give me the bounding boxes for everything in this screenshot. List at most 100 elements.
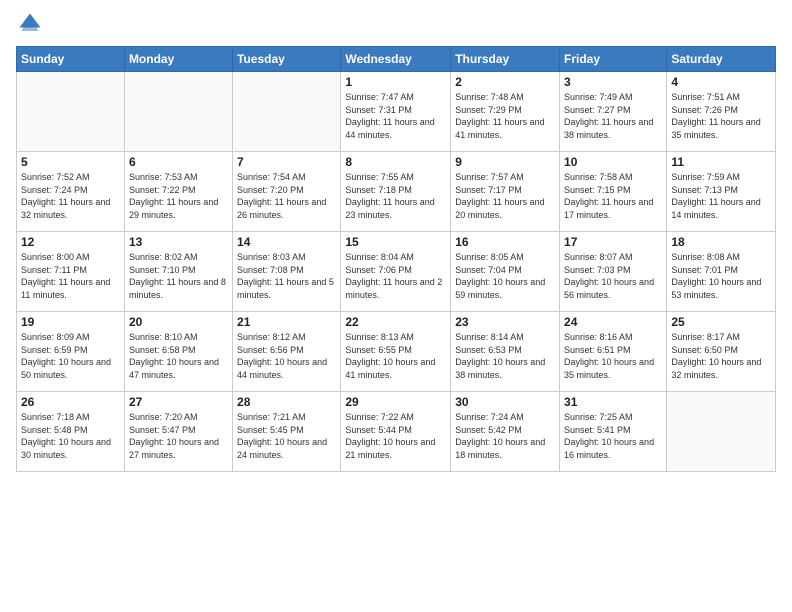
day-number: 7 bbox=[237, 155, 336, 169]
day-number: 25 bbox=[671, 315, 771, 329]
day-info: Sunrise: 8:17 AM Sunset: 6:50 PM Dayligh… bbox=[671, 331, 771, 381]
calendar-cell: 13 Sunrise: 8:02 AM Sunset: 7:10 PM Dayli… bbox=[124, 232, 232, 312]
day-info: Sunrise: 7:18 AM Sunset: 5:48 PM Dayligh… bbox=[21, 411, 120, 461]
day-number: 2 bbox=[455, 75, 555, 89]
day-number: 30 bbox=[455, 395, 555, 409]
day-number: 1 bbox=[345, 75, 446, 89]
calendar-cell: 21Sunrise: 8:12 AM Sunset: 6:56 PM Dayli… bbox=[233, 312, 341, 392]
day-info: Sunrise: 8:10 AM Sunset: 6:58 PM Dayligh… bbox=[129, 331, 228, 381]
calendar-cell: 20 Sunrise: 8:10 AM Sunset: 6:58 PM Dayli… bbox=[124, 312, 232, 392]
day-number: 18 bbox=[671, 235, 771, 249]
day-info: Sunrise: 7:59 AM Sunset: 7:13 PM Dayligh… bbox=[671, 171, 771, 221]
calendar-week-row: 5 Sunrise: 7:52 AM Sunset: 7:24 PM Daylig… bbox=[17, 152, 776, 232]
calendar-cell: 31Sunrise: 7:25 AM Sunset: 5:41 PM Dayli… bbox=[560, 392, 667, 472]
day-info: Sunrise: 8:02 AM Sunset: 7:10 PM Dayligh… bbox=[129, 251, 228, 301]
day-number: 3 bbox=[564, 75, 662, 89]
day-info: Sunrise: 8:08 AM Sunset: 7:01 PM Dayligh… bbox=[671, 251, 771, 301]
calendar-week-row: 1Sunrise: 7:47 AM Sunset: 7:31 PM Daylig… bbox=[17, 72, 776, 152]
day-info: Sunrise: 8:07 AM Sunset: 7:03 PM Dayligh… bbox=[564, 251, 662, 301]
day-info: Sunrise: 7:55 AM Sunset: 7:18 PM Dayligh… bbox=[345, 171, 446, 221]
day-info: Sunrise: 7:22 AM Sunset: 5:44 PM Dayligh… bbox=[345, 411, 446, 461]
day-number: 16 bbox=[455, 235, 555, 249]
day-info: Sunrise: 7:51 AM Sunset: 7:26 PM Dayligh… bbox=[671, 91, 771, 141]
day-number: 12 bbox=[21, 235, 120, 249]
day-info: Sunrise: 8:05 AM Sunset: 7:04 PM Dayligh… bbox=[455, 251, 555, 301]
calendar-cell: 2 Sunrise: 7:48 AM Sunset: 7:29 PM Daylig… bbox=[451, 72, 560, 152]
calendar-week-row: 19Sunrise: 8:09 AM Sunset: 6:59 PM Dayli… bbox=[17, 312, 776, 392]
day-info: Sunrise: 7:57 AM Sunset: 7:17 PM Dayligh… bbox=[455, 171, 555, 221]
day-number: 24 bbox=[564, 315, 662, 329]
calendar-cell: 30Sunrise: 7:24 AM Sunset: 5:42 PM Dayli… bbox=[451, 392, 560, 472]
day-info: Sunrise: 7:54 AM Sunset: 7:20 PM Dayligh… bbox=[237, 171, 336, 221]
day-info: Sunrise: 7:52 AM Sunset: 7:24 PM Dayligh… bbox=[21, 171, 120, 221]
day-number: 4 bbox=[671, 75, 771, 89]
calendar-cell: 17 Sunrise: 8:07 AM Sunset: 7:03 PM Dayli… bbox=[560, 232, 667, 312]
day-info: Sunrise: 7:21 AM Sunset: 5:45 PM Dayligh… bbox=[237, 411, 336, 461]
calendar-cell: 18 Sunrise: 8:08 AM Sunset: 7:01 PM Dayli… bbox=[667, 232, 776, 312]
calendar-cell: 1Sunrise: 7:47 AM Sunset: 7:31 PM Daylig… bbox=[341, 72, 451, 152]
calendar-cell: 14Sunrise: 8:03 AM Sunset: 7:08 PM Dayli… bbox=[233, 232, 341, 312]
day-number: 17 bbox=[564, 235, 662, 249]
calendar-cell bbox=[667, 392, 776, 472]
calendar-cell: 12 Sunrise: 8:00 AM Sunset: 7:11 PM Dayli… bbox=[17, 232, 125, 312]
calendar-cell: 19Sunrise: 8:09 AM Sunset: 6:59 PM Dayli… bbox=[17, 312, 125, 392]
calendar-week-row: 12 Sunrise: 8:00 AM Sunset: 7:11 PM Dayli… bbox=[17, 232, 776, 312]
day-info: Sunrise: 8:04 AM Sunset: 7:06 PM Dayligh… bbox=[345, 251, 446, 301]
day-number: 13 bbox=[129, 235, 228, 249]
day-number: 8 bbox=[345, 155, 446, 169]
calendar-cell: 8 Sunrise: 7:55 AM Sunset: 7:18 PM Daylig… bbox=[341, 152, 451, 232]
page: SundayMondayTuesdayWednesdayThursdayFrid… bbox=[0, 0, 792, 612]
weekday-header: Sunday bbox=[17, 47, 125, 72]
calendar-cell: 11Sunrise: 7:59 AM Sunset: 7:13 PM Dayli… bbox=[667, 152, 776, 232]
weekday-header: Wednesday bbox=[341, 47, 451, 72]
day-info: Sunrise: 8:00 AM Sunset: 7:11 PM Dayligh… bbox=[21, 251, 120, 301]
day-number: 5 bbox=[21, 155, 120, 169]
calendar-cell: 7 Sunrise: 7:54 AM Sunset: 7:20 PM Daylig… bbox=[233, 152, 341, 232]
calendar-cell: 10 Sunrise: 7:58 AM Sunset: 7:15 PM Dayli… bbox=[560, 152, 667, 232]
calendar-cell: 26 Sunrise: 7:18 AM Sunset: 5:48 PM Dayli… bbox=[17, 392, 125, 472]
calendar-cell: 28 Sunrise: 7:21 AM Sunset: 5:45 PM Dayli… bbox=[233, 392, 341, 472]
day-info: Sunrise: 8:09 AM Sunset: 6:59 PM Dayligh… bbox=[21, 331, 120, 381]
day-info: Sunrise: 7:48 AM Sunset: 7:29 PM Dayligh… bbox=[455, 91, 555, 141]
calendar-cell: 23 Sunrise: 8:14 AM Sunset: 6:53 PM Dayli… bbox=[451, 312, 560, 392]
calendar-cell: 24Sunrise: 8:16 AM Sunset: 6:51 PM Dayli… bbox=[560, 312, 667, 392]
day-number: 20 bbox=[129, 315, 228, 329]
day-info: Sunrise: 8:03 AM Sunset: 7:08 PM Dayligh… bbox=[237, 251, 336, 301]
weekday-header: Monday bbox=[124, 47, 232, 72]
day-number: 15 bbox=[345, 235, 446, 249]
day-info: Sunrise: 7:20 AM Sunset: 5:47 PM Dayligh… bbox=[129, 411, 228, 461]
day-info: Sunrise: 7:53 AM Sunset: 7:22 PM Dayligh… bbox=[129, 171, 228, 221]
header bbox=[16, 10, 776, 38]
calendar-cell: 22 Sunrise: 8:13 AM Sunset: 6:55 PM Dayli… bbox=[341, 312, 451, 392]
day-info: Sunrise: 8:12 AM Sunset: 6:56 PM Dayligh… bbox=[237, 331, 336, 381]
day-number: 10 bbox=[564, 155, 662, 169]
day-number: 31 bbox=[564, 395, 662, 409]
day-info: Sunrise: 7:58 AM Sunset: 7:15 PM Dayligh… bbox=[564, 171, 662, 221]
calendar-cell: 3 Sunrise: 7:49 AM Sunset: 7:27 PM Daylig… bbox=[560, 72, 667, 152]
day-number: 9 bbox=[455, 155, 555, 169]
calendar-cell: 29 Sunrise: 7:22 AM Sunset: 5:44 PM Dayli… bbox=[341, 392, 451, 472]
weekday-header: Saturday bbox=[667, 47, 776, 72]
day-number: 22 bbox=[345, 315, 446, 329]
day-info: Sunrise: 8:14 AM Sunset: 6:53 PM Dayligh… bbox=[455, 331, 555, 381]
logo-icon bbox=[16, 10, 44, 38]
day-number: 6 bbox=[129, 155, 228, 169]
calendar-cell: 5 Sunrise: 7:52 AM Sunset: 7:24 PM Daylig… bbox=[17, 152, 125, 232]
calendar-cell: 9 Sunrise: 7:57 AM Sunset: 7:17 PM Daylig… bbox=[451, 152, 560, 232]
day-number: 23 bbox=[455, 315, 555, 329]
calendar-cell bbox=[233, 72, 341, 152]
weekday-header-row: SundayMondayTuesdayWednesdayThursdayFrid… bbox=[17, 47, 776, 72]
calendar: SundayMondayTuesdayWednesdayThursdayFrid… bbox=[16, 46, 776, 472]
day-number: 27 bbox=[129, 395, 228, 409]
day-number: 26 bbox=[21, 395, 120, 409]
calendar-cell: 15 Sunrise: 8:04 AM Sunset: 7:06 PM Dayli… bbox=[341, 232, 451, 312]
day-info: Sunrise: 8:13 AM Sunset: 6:55 PM Dayligh… bbox=[345, 331, 446, 381]
day-info: Sunrise: 7:49 AM Sunset: 7:27 PM Dayligh… bbox=[564, 91, 662, 141]
day-number: 29 bbox=[345, 395, 446, 409]
logo bbox=[16, 10, 48, 38]
day-number: 28 bbox=[237, 395, 336, 409]
calendar-week-row: 26 Sunrise: 7:18 AM Sunset: 5:48 PM Dayli… bbox=[17, 392, 776, 472]
weekday-header: Thursday bbox=[451, 47, 560, 72]
weekday-header: Friday bbox=[560, 47, 667, 72]
calendar-cell: 6 Sunrise: 7:53 AM Sunset: 7:22 PM Daylig… bbox=[124, 152, 232, 232]
